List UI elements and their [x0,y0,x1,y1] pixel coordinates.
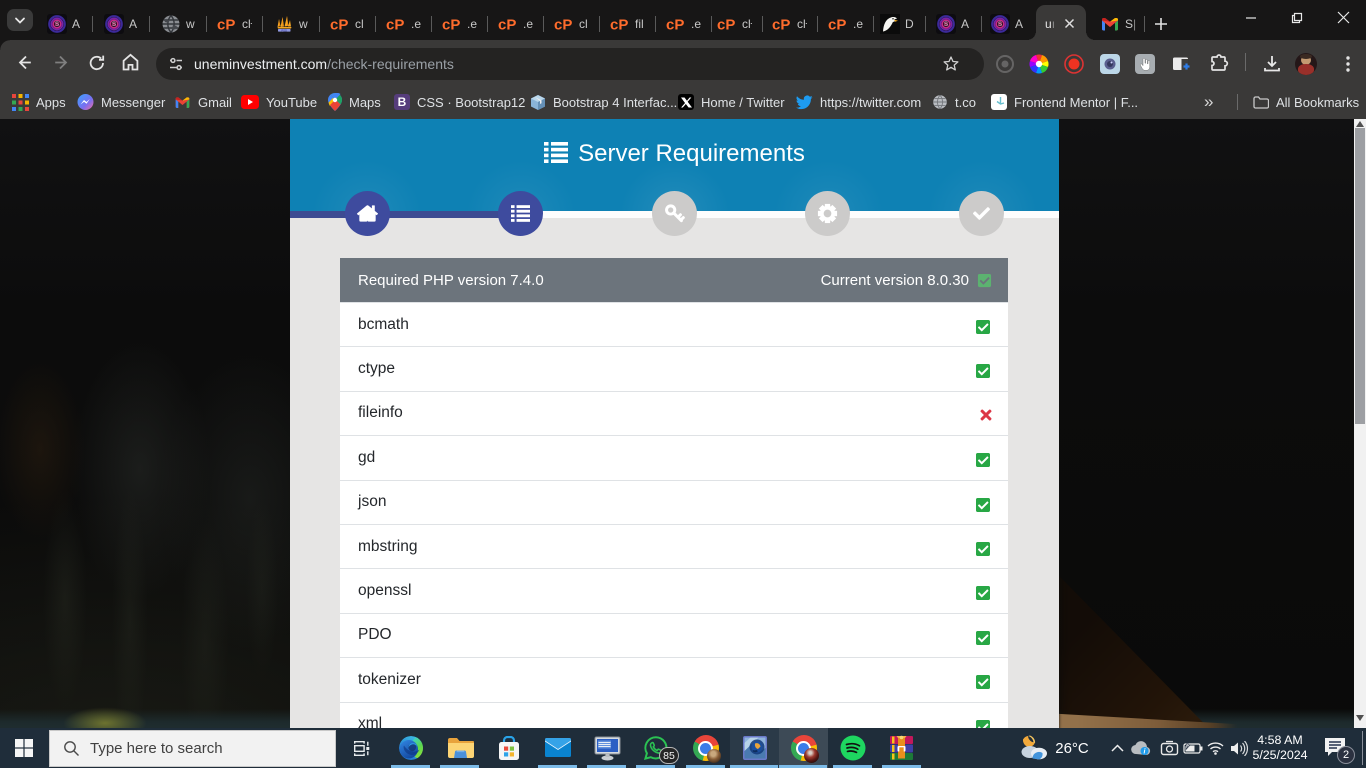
svg-text:PGD: PGD [281,28,287,32]
svg-text:cP: cP [772,17,790,34]
svg-text:cP: cP [498,17,516,34]
svg-text:S: S [55,22,59,28]
svg-text:cP: cP [442,17,460,34]
svg-text:cP: cP [828,17,846,34]
svg-text:S: S [998,22,1002,28]
svg-text:cP: cP [386,17,404,34]
svg-text:cP: cP [666,17,684,34]
svg-text:cP: cP [717,17,735,34]
svg-text:cP: cP [610,17,628,34]
svg-text:S: S [112,22,116,28]
svg-text:cP: cP [217,17,235,34]
svg-text:cP: cP [554,17,572,34]
svg-text:cP: cP [330,17,348,34]
svg-text:S: S [944,22,948,28]
